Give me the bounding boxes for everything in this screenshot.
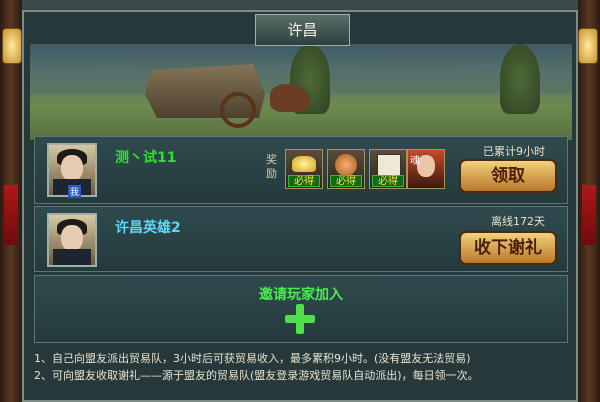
cart-wheel bbox=[220, 92, 256, 128]
avatar[interactable] bbox=[47, 213, 97, 267]
plus-icon[interactable] bbox=[285, 304, 315, 334]
ally-row: 许昌英雄2 离线172天 收下谢礼 bbox=[34, 206, 568, 272]
red-tassel bbox=[4, 185, 18, 245]
guaranteed-tag: 必得 bbox=[330, 175, 362, 187]
tree bbox=[500, 44, 540, 114]
help-notes: 1、自己向盟友派出贸易队，3小时后可获贸易收入，最多累积9小时。(没有盟友无法贸… bbox=[34, 350, 568, 384]
invite-player-slot[interactable]: 邀请玩家加入 bbox=[34, 275, 568, 343]
self-badge: 我 bbox=[68, 185, 82, 198]
red-tassel bbox=[582, 185, 596, 245]
claim-button[interactable]: 领取 bbox=[459, 159, 557, 193]
copper-coin-icon[interactable]: 必得 bbox=[327, 149, 365, 189]
caravan-scene-image bbox=[30, 44, 572, 140]
gold-ingot-icon[interactable]: 必得 bbox=[285, 149, 323, 189]
note-line: 2、可向盟友收取谢礼——源于盟友的贸易队(盟友登录游戏贸易队自动派出)，每日领一… bbox=[34, 369, 479, 382]
invite-label: 邀请玩家加入 bbox=[259, 287, 343, 303]
guaranteed-tag: 必得 bbox=[372, 175, 404, 187]
window-title: 许昌 bbox=[255, 14, 350, 46]
lantern-icon bbox=[578, 28, 598, 64]
player-name: 许昌英雄2 bbox=[115, 220, 181, 236]
note-line: 1、自己向盟友派出贸易队，3小时后可获贸易收入，最多累积9小时。(没有盟友无法贸… bbox=[34, 352, 471, 365]
reward-label: 奖励 bbox=[266, 153, 277, 180]
avatar[interactable]: 我 bbox=[47, 143, 97, 198]
ally-row: 我 测丶试11 奖励 必得 必得 必得 魂 已累计9小时 领取 bbox=[34, 136, 568, 204]
guaranteed-tag: 必得 bbox=[288, 175, 320, 187]
hero-soul-icon[interactable]: 魂 bbox=[407, 149, 445, 189]
player-name: 测丶试11 bbox=[115, 150, 177, 166]
accept-gift-button[interactable]: 收下谢礼 bbox=[459, 231, 557, 265]
accumulated-hours: 已累计9小时 bbox=[483, 145, 545, 158]
lantern-icon bbox=[2, 28, 22, 64]
soul-tag: 魂 bbox=[410, 156, 420, 167]
experience-book-icon[interactable]: 必得 bbox=[369, 149, 407, 189]
offline-duration: 离线172天 bbox=[491, 215, 545, 228]
